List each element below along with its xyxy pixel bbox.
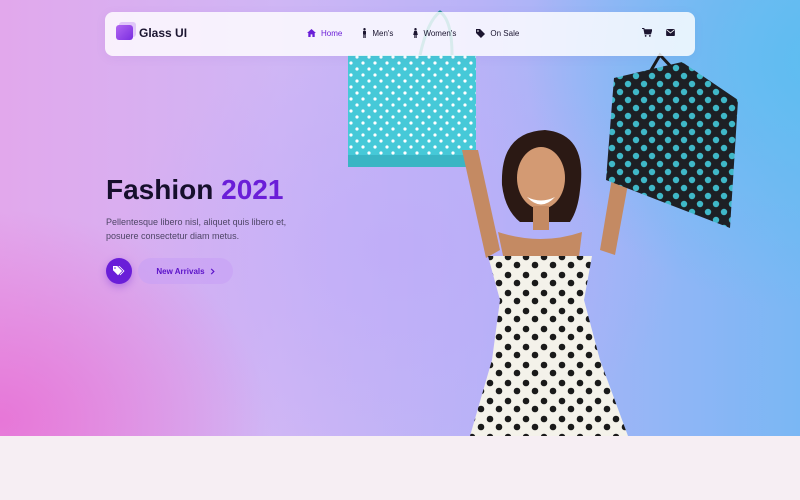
brand-logo[interactable]: Glass UI [116, 25, 187, 40]
nav-item-mens[interactable]: Men's [362, 28, 393, 38]
hero-title-main: Fashion [106, 174, 214, 205]
home-icon [307, 29, 316, 37]
hero-model-image [348, 10, 738, 436]
hero-title: Fashion 2021 [106, 174, 283, 206]
model-left-arm [462, 150, 500, 258]
nav-item-home[interactable]: Home [307, 29, 342, 38]
nav-label-womens: Women's [423, 28, 457, 38]
model-figure [470, 130, 628, 436]
chevron-right-icon [210, 267, 215, 275]
female-icon [413, 28, 419, 38]
new-arrivals-label: New Arrivals [156, 266, 205, 276]
cart-icon[interactable] [642, 28, 652, 37]
nav-links: Home Men's Women's On Sale [307, 28, 539, 38]
brand-name: Glass UI [139, 25, 188, 40]
model-right-arm [600, 178, 628, 255]
nav-label-on-sale: On Sale [490, 28, 520, 38]
hero-description: Pellentesque libero nisl, aliquet quis l… [106, 217, 287, 241]
nav-label-home: Home [321, 28, 343, 38]
nav-item-on-sale[interactable]: On Sale [476, 28, 520, 38]
tags-icon [113, 266, 125, 276]
logo-icon [116, 25, 133, 40]
nav-item-womens[interactable]: Women's [413, 28, 456, 38]
hero-section: Glass UI Home Men's Women's On Sale Fash… [0, 0, 800, 436]
nav-label-mens: Men's [372, 28, 394, 38]
bottom-band [0, 436, 800, 500]
new-arrivals-button[interactable]: New Arrivals [138, 258, 233, 284]
polka-dot-dress [470, 256, 628, 436]
navbar: Glass UI Home Men's Women's On Sale [105, 12, 695, 56]
envelope-icon[interactable] [666, 29, 675, 36]
tags-button[interactable] [106, 258, 132, 284]
male-icon [363, 28, 367, 38]
nav-actions [628, 28, 675, 37]
tag-icon [476, 28, 486, 38]
black-shopping-bag [606, 52, 738, 228]
hero-title-year: 2021 [221, 174, 284, 205]
